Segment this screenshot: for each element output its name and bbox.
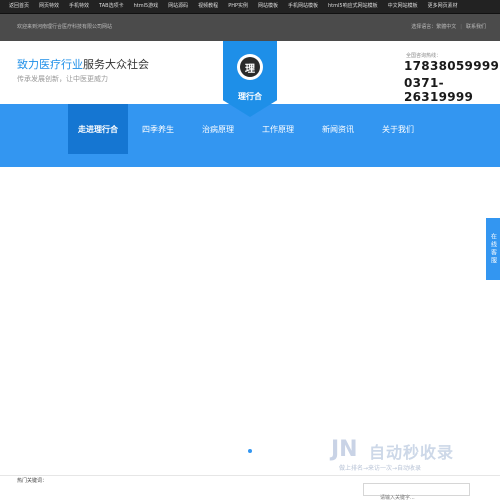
greybar-links: 选择语言：繁體中文 | 联系我们 (411, 14, 486, 41)
top-link-bar: 返回首页 网页特效 手机特效 TAB选项卡 html5游戏 网站源码 视频教程 … (0, 0, 500, 13)
online-service-tab[interactable]: 在线客服 (486, 218, 500, 280)
nav-item-about-company[interactable]: 走进理行合 (68, 104, 128, 154)
hotline-mobile: 17838059999 (404, 59, 500, 73)
greybar-separator: | (460, 24, 462, 30)
hotline-landline: 0371-26319999 (404, 76, 474, 104)
top-link-mobile-templates[interactable]: 手机网站模板 (283, 0, 323, 13)
top-link-responsive-templates[interactable]: html5响应式网站模板 (323, 0, 383, 13)
top-link-more[interactable]: 更多网页素材 (423, 0, 463, 13)
top-link-tab[interactable]: TAB选项卡 (94, 0, 129, 13)
contact-us-link[interactable]: 联系我们 (466, 14, 486, 41)
top-link-chinese-templates[interactable]: 中文网站模板 (383, 0, 423, 13)
top-link-video-tutorials[interactable]: 视频教程 (193, 0, 223, 13)
top-link-html5-games[interactable]: html5游戏 (129, 0, 164, 13)
nav-item-news[interactable]: 新闻资讯 (308, 104, 368, 154)
nav-item-about-us[interactable]: 关于我们 (368, 104, 428, 154)
top-link-web-effects[interactable]: 网页特效 (34, 0, 64, 13)
logo-icon: 理 (237, 54, 263, 80)
welcome-text: 欢迎来到河南理行合医疗科技有限公司网站 (17, 24, 113, 30)
watermark-mark: JN (331, 437, 358, 462)
search-box (363, 483, 470, 500)
slogan-rest: 服务大众社会 (83, 58, 149, 71)
logo-text: 理行合 (238, 92, 262, 101)
nav-item-working-principle[interactable]: 工作原理 (248, 104, 308, 154)
logo-mark: 理 (240, 57, 260, 77)
search-input[interactable] (364, 492, 469, 500)
main-nav: 走进理行合 四季养生 治病原理 工作原理 新闻资讯 关于我们 (68, 104, 428, 154)
hot-keywords-label: 热门关键词： (17, 478, 48, 484)
top-link-php[interactable]: PHP实例 (223, 0, 253, 13)
header-slogan: 致力医疗行业服务大众社会 (17, 56, 149, 72)
hotline-label: 全国咨询热线： (406, 53, 442, 59)
header-subslogan: 传承发展创新，让中医更威力 (17, 75, 108, 83)
nav-item-seasonal-health[interactable]: 四季养生 (128, 104, 188, 154)
welcome-bar: 欢迎来到河南理行合医疗科技有限公司网站 选择语言：繁體中文 | 联系我们 (0, 14, 500, 41)
slogan-highlight: 致力医疗行业 (17, 58, 83, 71)
watermark-logo: JN 自动秒收录 做上排名→来访一次→自动收录 (331, 437, 481, 475)
watermark-tagline: 做上排名→来访一次→自动收录 (339, 465, 422, 472)
top-links: 返回首页 网页特效 手机特效 TAB选项卡 html5游戏 网站源码 视频教程 … (4, 0, 463, 13)
top-link-templates[interactable]: 网站模板 (253, 0, 283, 13)
language-link[interactable]: 选择语言：繁體中文 (411, 14, 456, 41)
slider-dot[interactable] (248, 449, 252, 453)
top-link-home[interactable]: 返回首页 (4, 0, 34, 13)
nav-item-treatment-principle[interactable]: 治病原理 (188, 104, 248, 154)
top-link-source-code[interactable]: 网站源码 (163, 0, 193, 13)
watermark-title: 自动秒收录 (369, 443, 455, 462)
top-link-mobile-effects[interactable]: 手机特效 (64, 0, 94, 13)
